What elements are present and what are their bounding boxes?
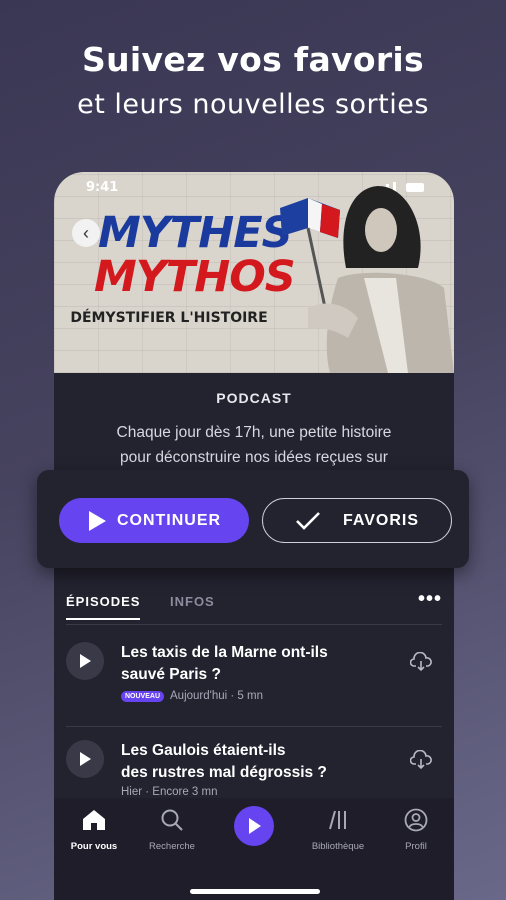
episode-title-line: Les taxis de la Marne ont-ils [121, 644, 328, 661]
nav-profil[interactable]: Profil [376, 808, 454, 852]
podcast-info: PODCAST Chaque jour dès 17h, une petite … [54, 373, 454, 470]
home-indicator [190, 889, 320, 894]
nav-label: Recherche [149, 841, 195, 852]
profile-icon [404, 808, 428, 832]
continue-label: CONTINUER [116, 511, 222, 529]
tab-bar: ÉPISODES INFOS ••• [66, 588, 442, 624]
headline-title: Suivez vos favoris [82, 40, 424, 79]
play-icon [80, 752, 91, 766]
download-cloud-icon [409, 749, 432, 770]
nav-bibliotheque[interactable]: Bibliothèque [298, 808, 378, 852]
nav-label: Profil [405, 841, 427, 852]
episode-title: Les taxis de la Marne ont-ils sauvé Pari… [121, 642, 371, 686]
episode-play-button[interactable] [66, 642, 104, 680]
download-cloud-icon [409, 651, 432, 672]
back-button[interactable]: ‹ [72, 219, 100, 247]
episode-play-button[interactable] [66, 740, 104, 778]
nav-label: Bibliothèque [311, 841, 365, 852]
cover-subtitle: DÉMYSTIFIER L'HISTOIRE [70, 310, 268, 326]
cover-title-line2: MYTHOS [94, 252, 296, 302]
search-icon [161, 809, 183, 831]
download-button[interactable] [409, 651, 432, 677]
favorite-label: FAVORIS [342, 511, 420, 529]
headline: Suivez vos favoris et leurs nouvelles so… [0, 40, 506, 120]
king-illustration [280, 186, 454, 373]
download-button[interactable] [409, 749, 432, 775]
action-bar: CONTINUER FAVORIS [37, 470, 469, 568]
episode-title-line: des rustres mal dégrossis ? [121, 764, 327, 781]
home-icon [83, 810, 105, 830]
bottom-navigation: Pour vous Recherche Bibliothèque Profil [54, 798, 454, 900]
continue-button[interactable]: CONTINUER [59, 498, 249, 543]
nav-label: Pour vous [70, 841, 118, 852]
checkmark-icon [296, 511, 320, 530]
headline-subtitle: et leurs nouvelles sorties [77, 89, 429, 120]
episode-item[interactable]: Les Gaulois étaient-ils des rustres mal … [66, 732, 442, 802]
new-badge: NOUVEAU [121, 690, 165, 702]
play-icon [249, 818, 261, 834]
episode-date: Aujourd'hui · 5 mn [170, 690, 263, 702]
cover-title-line1: MYTHES [98, 208, 293, 258]
tab-episodes[interactable]: ÉPISODES [66, 594, 141, 620]
more-options-icon[interactable]: ••• [418, 588, 442, 611]
episode-title: Les Gaulois étaient-ils des rustres mal … [121, 740, 371, 784]
podcast-description: Chaque jour dès 17h, une petite histoire… [54, 420, 454, 470]
chevron-left-icon: ‹ [83, 222, 89, 243]
nav-pour-vous[interactable]: Pour vous [54, 808, 134, 852]
episode-title-line: sauvé Paris ? [121, 666, 221, 683]
play-icon [88, 510, 106, 531]
podcast-label: PODCAST [216, 390, 292, 406]
episode-date: Hier · Encore 3 mn [121, 786, 218, 798]
tab-divider [66, 624, 442, 625]
description-line: Chaque jour dès 17h, une petite histoire [116, 424, 392, 441]
play-icon [80, 654, 91, 668]
episode-meta: NOUVEAU Aujourd'hui · 5 mn [121, 690, 263, 702]
library-icon [329, 810, 346, 830]
description-line: pour déconstruire nos idées reçues sur [120, 449, 388, 466]
tab-infos[interactable]: INFOS [170, 594, 215, 609]
podcast-cover: 9:41 ‹ MYTHES MYTHOS DÉMYSTIFIER L'HISTO… [54, 172, 454, 373]
player-button[interactable] [234, 806, 274, 846]
nav-recherche[interactable]: Recherche [132, 808, 212, 852]
episode-title-line: Les Gaulois étaient-ils [121, 742, 286, 759]
episode-meta: Hier · Encore 3 mn [121, 786, 218, 798]
status-time: 9:41 [86, 180, 119, 195]
favorite-button[interactable]: FAVORIS [262, 498, 452, 543]
episode-item[interactable]: Les taxis de la Marne ont-ils sauvé Pari… [66, 634, 442, 727]
